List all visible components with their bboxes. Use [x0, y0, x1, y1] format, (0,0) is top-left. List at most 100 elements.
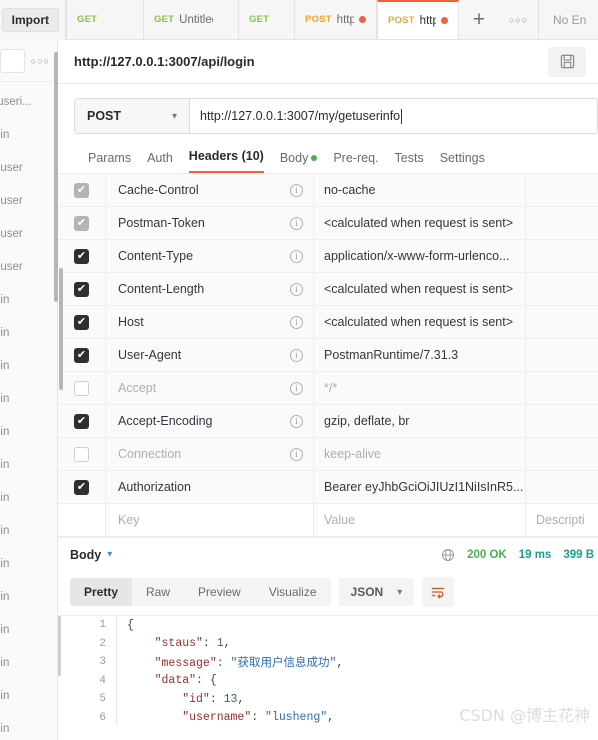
- header-value-input[interactable]: Value: [314, 504, 526, 536]
- request-tab-3[interactable]: GET: [239, 0, 295, 39]
- import-button[interactable]: Import: [1, 8, 59, 32]
- header-description-cell[interactable]: [526, 339, 598, 371]
- info-icon[interactable]: i: [290, 315, 303, 329]
- header-value-cell[interactable]: no-cache: [314, 174, 526, 206]
- header-checkbox[interactable]: ✔: [74, 182, 89, 198]
- http-method-select[interactable]: POST ▾: [74, 98, 189, 134]
- headers-table-scrollbar[interactable]: [59, 268, 63, 390]
- header-description-cell[interactable]: [526, 306, 598, 338]
- header-key-cell[interactable]: Content-Type i: [106, 240, 314, 272]
- header-key-cell[interactable]: Cache-Control i: [106, 174, 314, 206]
- sidebar-request-item[interactable]: tuseri...: [0, 85, 58, 118]
- header-value-cell[interactable]: keep-alive: [314, 438, 526, 470]
- header-description-cell[interactable]: [526, 405, 598, 437]
- header-checkbox[interactable]: ✔: [74, 479, 89, 495]
- header-description-cell[interactable]: [526, 174, 598, 206]
- sidebar-request-item[interactable]: guser: [0, 184, 58, 217]
- sidebar-request-item[interactable]: guser: [0, 151, 58, 184]
- sidebar-request-item[interactable]: gin: [0, 283, 58, 316]
- header-description-cell[interactable]: [526, 372, 598, 404]
- request-tab-5[interactable]: POST http: [377, 0, 459, 39]
- header-checkbox[interactable]: ✔: [74, 314, 89, 330]
- info-icon[interactable]: i: [290, 183, 303, 197]
- word-wrap-button[interactable]: [422, 577, 455, 607]
- header-checkbox[interactable]: ✔: [74, 413, 89, 429]
- sidebar-search-input[interactable]: [0, 48, 25, 73]
- header-value-cell[interactable]: */*: [314, 372, 526, 404]
- header-key-cell[interactable]: Postman-Token i: [106, 207, 314, 239]
- header-description-cell[interactable]: [526, 240, 598, 272]
- header-description-cell[interactable]: [526, 471, 598, 503]
- url-input[interactable]: http://127.0.0.1:3007/my/getuserinfo: [189, 98, 598, 134]
- request-tab-1[interactable]: GET: [66, 0, 144, 39]
- sidebar-request-item[interactable]: gin: [0, 316, 58, 349]
- header-value-cell[interactable]: <calculated when request is sent>: [314, 207, 526, 239]
- header-description-cell[interactable]: [526, 438, 598, 470]
- response-view-tab-pretty[interactable]: Pretty: [70, 578, 133, 606]
- info-icon[interactable]: i: [290, 447, 303, 461]
- info-icon[interactable]: i: [290, 414, 303, 428]
- response-view-tab-raw[interactable]: Raw: [132, 578, 184, 606]
- sidebar-request-item[interactable]: gin: [0, 712, 58, 740]
- request-subtab-settings[interactable]: Settings: [440, 151, 485, 173]
- save-button[interactable]: [548, 46, 586, 77]
- header-key-cell[interactable]: Authorization: [106, 471, 314, 503]
- header-description-cell[interactable]: [526, 273, 598, 305]
- sidebar-request-item[interactable]: gin: [0, 415, 58, 448]
- header-key-cell[interactable]: User-Agent i: [106, 339, 314, 371]
- sidebar-request-item[interactable]: gin: [0, 646, 58, 679]
- request-subtab-params[interactable]: Params: [88, 151, 131, 173]
- header-value-cell[interactable]: application/x-www-form-urlenco...: [314, 240, 526, 272]
- sidebar-request-item[interactable]: gin: [0, 118, 58, 151]
- response-view-tab-preview[interactable]: Preview: [184, 578, 255, 606]
- info-icon[interactable]: i: [290, 249, 303, 263]
- header-key-cell[interactable]: Connection i: [106, 438, 314, 470]
- response-body-toggle[interactable]: Body ▾: [70, 548, 112, 562]
- request-tab-4[interactable]: POST http: [295, 0, 377, 39]
- sidebar-request-item[interactable]: gin: [0, 349, 58, 382]
- header-checkbox[interactable]: ✔: [74, 281, 89, 297]
- header-checkbox[interactable]: ✔: [74, 347, 89, 363]
- sidebar-request-item[interactable]: guser: [0, 217, 58, 250]
- sidebar-request-item[interactable]: gin: [0, 481, 58, 514]
- sidebar-request-item[interactable]: gin: [0, 382, 58, 415]
- info-icon[interactable]: i: [290, 348, 303, 362]
- header-checkbox[interactable]: [74, 380, 89, 396]
- header-key-cell[interactable]: Accept i: [106, 372, 314, 404]
- header-key-cell[interactable]: Host i: [106, 306, 314, 338]
- response-body-code[interactable]: 1{2 "staus": 1, 3 "message": "获取用户信息成功", 4…: [58, 615, 598, 725]
- info-icon[interactable]: i: [290, 381, 303, 395]
- header-value-cell[interactable]: <calculated when request is sent>: [314, 273, 526, 305]
- header-checkbox[interactable]: ✔: [74, 248, 89, 264]
- header-value-cell[interactable]: <calculated when request is sent>: [314, 306, 526, 338]
- header-key-cell[interactable]: Content-Length i: [106, 273, 314, 305]
- header-value-cell[interactable]: PostmanRuntime/7.31.3: [314, 339, 526, 371]
- request-tab-2[interactable]: GET Untitled: [144, 0, 239, 39]
- tab-list-more-icon[interactable]: ○○○: [499, 0, 539, 39]
- sidebar-request-item[interactable]: gin: [0, 580, 58, 613]
- sidebar-more-icon[interactable]: ○○○: [31, 56, 50, 66]
- info-icon[interactable]: i: [290, 216, 303, 230]
- header-key-input[interactable]: Key: [106, 504, 314, 536]
- request-subtab-auth[interactable]: Auth: [147, 151, 173, 173]
- request-subtab-headers-10[interactable]: Headers (10): [188, 149, 264, 173]
- sidebar-request-item[interactable]: gin: [0, 448, 58, 481]
- header-value-cell[interactable]: gzip, deflate, br: [314, 405, 526, 437]
- header-description-cell[interactable]: [526, 207, 598, 239]
- header-value-cell[interactable]: Bearer eyJhbGciOiJIUzI1NiIsInR5...: [314, 471, 526, 503]
- environment-select[interactable]: No En: [539, 0, 598, 39]
- response-view-tab-visualize[interactable]: Visualize: [255, 578, 331, 606]
- sidebar-request-item[interactable]: gin: [0, 679, 58, 712]
- header-checkbox[interactable]: [74, 446, 89, 462]
- request-subtab-tests[interactable]: Tests: [395, 151, 424, 173]
- request-subtab-pre-req[interactable]: Pre-req.: [333, 151, 378, 173]
- sidebar-request-item[interactable]: guser: [0, 250, 58, 283]
- sidebar-request-item[interactable]: gin: [0, 547, 58, 580]
- info-icon[interactable]: i: [290, 282, 303, 296]
- header-description-input[interactable]: Descripti: [526, 504, 598, 536]
- new-tab-button[interactable]: +: [459, 0, 499, 39]
- header-key-cell[interactable]: Accept-Encoding i: [106, 405, 314, 437]
- response-format-select[interactable]: JSON ▾: [338, 578, 415, 606]
- code-scrollbar[interactable]: [58, 616, 61, 676]
- request-subtab-body[interactable]: Body: [280, 151, 318, 173]
